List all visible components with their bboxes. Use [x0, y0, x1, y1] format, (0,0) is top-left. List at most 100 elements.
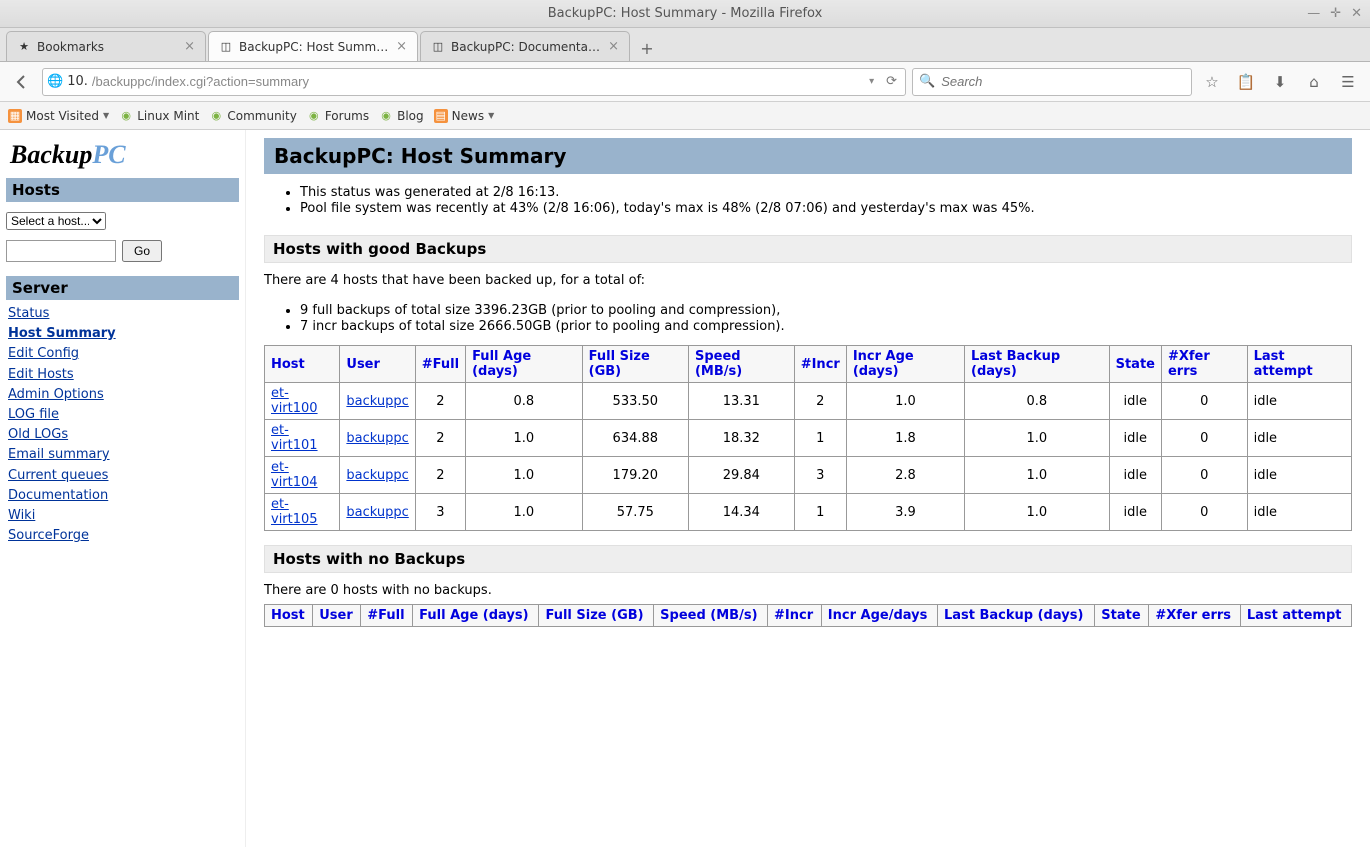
url-bar[interactable]: 🌐 10. ▾ ⟳ [42, 68, 906, 96]
table-row: et-virt100backuppc20.8533.5013.3121.00.8… [265, 383, 1352, 420]
sidebar-header-hosts: Hosts [6, 178, 239, 202]
column-header-link[interactable]: User [319, 608, 353, 623]
bookmark-news[interactable]: ▤ News ▼ [434, 109, 495, 123]
column-header-link[interactable]: Speed (MB/s) [660, 608, 757, 623]
minimize-icon[interactable]: — [1307, 6, 1320, 21]
tab-bookmarks[interactable]: ★ Bookmarks × [6, 31, 206, 61]
tab-close-icon[interactable]: × [396, 39, 407, 54]
cell-link[interactable]: et-virt100 [271, 386, 318, 416]
column-header-link[interactable]: Full Size (GB) [589, 349, 650, 379]
column-header-link[interactable]: Host [271, 357, 305, 372]
reload-icon[interactable]: ⟳ [882, 74, 901, 89]
sidebar-link[interactable]: Email summary [8, 445, 237, 465]
table-cell: 0.8 [965, 383, 1110, 420]
bookmark-forums[interactable]: ◉ Forums [307, 109, 369, 123]
column-header-link[interactable]: Speed (MB/s) [695, 349, 742, 379]
cell-link[interactable]: backuppc [346, 394, 408, 409]
table-cell: backuppc [340, 457, 415, 494]
column-header: Full Size (GB) [582, 346, 688, 383]
table-cell: 2 [415, 457, 465, 494]
table-cell: 533.50 [582, 383, 688, 420]
table-cell: 1.0 [965, 420, 1110, 457]
window-titlebar: BackupPC: Host Summary - Mozilla Firefox… [0, 0, 1370, 28]
good-hosts-table: Host User #Full Full Age (days) Full Size (G… [264, 345, 1352, 531]
mint-icon: ◉ [209, 109, 223, 123]
sidebar-link[interactable]: SourceForge [8, 526, 237, 546]
close-icon[interactable]: ✕ [1351, 6, 1362, 21]
table-cell: idle [1247, 420, 1351, 457]
sidebar-link[interactable]: Host Summary [8, 324, 237, 344]
column-header-link[interactable]: Last attempt [1247, 608, 1342, 623]
column-header-link[interactable]: #Xfer errs [1155, 608, 1231, 623]
back-button[interactable] [8, 68, 36, 96]
bookmark-community[interactable]: ◉ Community [209, 109, 296, 123]
column-header-link[interactable]: Full Age (days) [472, 349, 531, 379]
column-header-link[interactable]: #Incr [801, 357, 840, 372]
downloads-icon[interactable]: ⬇ [1266, 68, 1294, 96]
cell-link[interactable]: backuppc [346, 505, 408, 520]
bookmark-blog[interactable]: ◉ Blog [379, 109, 424, 123]
search-input[interactable] [941, 74, 1185, 89]
tab-strip: ★ Bookmarks × ◫ BackupPC: Host Summary ×… [0, 28, 1370, 62]
cell-link[interactable]: backuppc [346, 431, 408, 446]
tab-host-summary[interactable]: ◫ BackupPC: Host Summary × [208, 31, 418, 61]
cell-link[interactable]: et-virt105 [271, 497, 318, 527]
cell-link[interactable]: backuppc [346, 468, 408, 483]
column-header-link[interactable]: #Full [367, 608, 404, 623]
none-intro: There are 0 hosts with no backups. [264, 583, 1352, 598]
column-header-link[interactable]: User [346, 357, 380, 372]
menu-icon[interactable]: ☰ [1334, 68, 1362, 96]
search-bar[interactable]: 🔍 [912, 68, 1192, 96]
column-header-link[interactable]: Last attempt [1254, 349, 1313, 379]
bookmark-most-visited[interactable]: ▦ Most Visited ▼ [8, 109, 109, 123]
cell-link[interactable]: et-virt101 [271, 423, 318, 453]
no-backups-table: Host User #Full Full Age (days) Full Size (G… [264, 604, 1352, 627]
sidebar-link[interactable]: Current queues [8, 466, 237, 486]
column-header-link[interactable]: #Incr [774, 608, 813, 623]
url-input[interactable] [92, 74, 861, 89]
sidebar-link[interactable]: Old LOGs [8, 425, 237, 445]
sidebar-link[interactable]: Edit Hosts [8, 365, 237, 385]
column-header-link[interactable]: #Full [422, 357, 459, 372]
column-header-link[interactable]: Last Backup (days) [944, 608, 1083, 623]
table-cell: 18.32 [688, 420, 794, 457]
dropdown-icon[interactable]: ▾ [865, 76, 878, 87]
tab-close-icon[interactable]: × [608, 39, 619, 54]
table-row: et-virt101backuppc21.0634.8818.3211.81.0… [265, 420, 1352, 457]
column-header-link[interactable]: Full Size (GB) [545, 608, 643, 623]
home-icon[interactable]: ⌂ [1300, 68, 1328, 96]
maximize-icon[interactable]: ✛ [1330, 6, 1341, 21]
column-header-link[interactable]: Incr Age (days) [853, 349, 914, 379]
clipboard-icon[interactable]: 📋 [1232, 68, 1260, 96]
cell-link[interactable]: et-virt104 [271, 460, 318, 490]
new-tab-button[interactable]: + [632, 35, 662, 61]
host-input[interactable] [6, 240, 116, 262]
table-cell: idle [1247, 383, 1351, 420]
sidebar-link[interactable]: Admin Options [8, 385, 237, 405]
main-panel: BackupPC: Host Summary This status was g… [246, 130, 1370, 847]
sidebar-link[interactable]: Wiki [8, 506, 237, 526]
column-header: Incr Age/days [821, 605, 937, 627]
column-header-link[interactable]: Host [271, 608, 305, 623]
table-cell: idle [1247, 494, 1351, 531]
sidebar-link[interactable]: LOG file [8, 405, 237, 425]
sidebar-link[interactable]: Edit Config [8, 344, 237, 364]
column-header-link[interactable]: Last Backup (days) [971, 349, 1060, 379]
tab-close-icon[interactable]: × [184, 39, 195, 54]
column-header-link[interactable]: State [1116, 357, 1155, 372]
rss-icon: ▤ [434, 109, 448, 123]
sidebar-link[interactable]: Documentation [8, 486, 237, 506]
bookmark-linux-mint[interactable]: ◉ Linux Mint [119, 109, 199, 123]
table-cell: 14.34 [688, 494, 794, 531]
bookmark-star-button[interactable]: ☆ [1198, 68, 1226, 96]
column-header-link[interactable]: Full Age (days) [419, 608, 528, 623]
host-select[interactable]: Select a host... [6, 212, 106, 230]
tab-documentation[interactable]: ◫ BackupPC: Documentation × [420, 31, 630, 61]
mint-icon: ◉ [379, 109, 393, 123]
column-header-link[interactable]: State [1101, 608, 1140, 623]
column-header-link[interactable]: Incr Age/days [828, 608, 928, 623]
column-header-link[interactable]: #Xfer errs [1168, 349, 1210, 379]
table-cell: 3.9 [846, 494, 964, 531]
sidebar-link[interactable]: Status [8, 304, 237, 324]
go-button[interactable]: Go [122, 240, 162, 262]
